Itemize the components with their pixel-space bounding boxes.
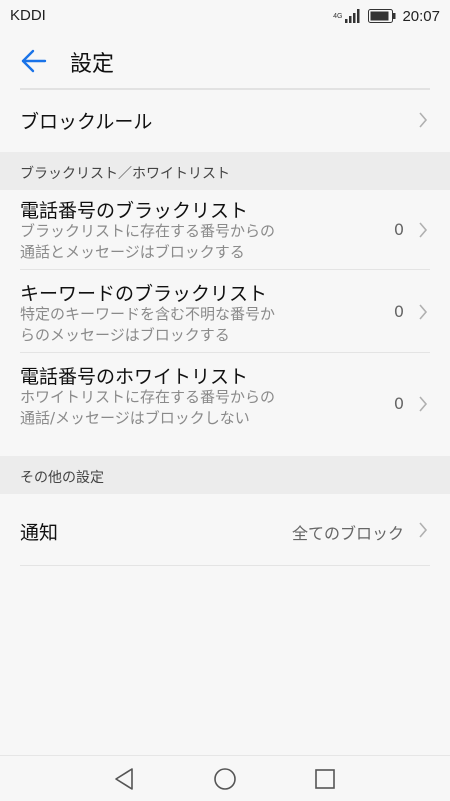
divider [20,352,430,353]
network-type: 4G [333,12,343,20]
home-circle-icon[interactable] [212,766,238,792]
phone-whitelist-title: 電話番号のホワイトリスト [20,366,249,388]
notification-label: 通知 [20,522,59,544]
navigation-bar [0,755,450,801]
app-bar: 設定 [0,32,450,88]
back-triangle-icon[interactable] [112,766,138,792]
keyword-blacklist-item[interactable]: キーワードのブラックリスト 特定のキーワードを含む不明な番号からのメッセージはブ… [0,272,450,352]
clock: 20:07 [402,7,440,25]
keyword-blacklist-subtitle: 特定のキーワードを含む不明な番号からのメッセージはブロックする [20,305,276,344]
divider [20,269,430,270]
phone-whitelist-count: 0 [393,394,404,413]
keyword-blacklist-count: 0 [393,302,404,321]
status-bar: KDDI 4G 20:07 [0,0,450,32]
keyword-blacklist-title: キーワードのブラックリスト [20,283,268,305]
status-icons: 4G 20:07 [333,6,440,26]
page-title: 設定 [70,52,115,77]
phone-blacklist-subtitle: ブラックリストに存在する番号からの通話とメッセージはブロックする [20,222,276,261]
section-header-lists: ブラックリスト／ホワイトリスト [0,152,450,190]
section-title: その他の設定 [20,470,104,486]
chevron-right-icon [419,222,428,238]
notification-value: 全てのブロック [291,524,404,543]
block-rules-label: ブロックルール [20,111,153,133]
notification-item[interactable]: 通知 全てのブロック [0,496,450,564]
block-rules-item[interactable]: ブロックルール [0,92,450,148]
chevron-right-icon [419,112,428,128]
signal-icon [345,9,360,23]
phone-blacklist-title: 電話番号のブラックリスト [20,200,249,222]
phone-whitelist-subtitle: ホワイトリストに存在する番号からの通話/メッセージはブロックしない [20,388,276,427]
section-header-other: その他の設定 [0,456,450,494]
phone-blacklist-item[interactable]: 電話番号のブラックリスト ブラックリストに存在する番号からの通話とメッセージはブ… [0,190,450,270]
back-arrow-icon[interactable] [18,46,48,76]
phone-whitelist-item[interactable]: 電話番号のホワイトリスト ホワイトリストに存在する番号からの通話/メッセージはブ… [0,355,450,453]
battery-icon [368,9,396,23]
chevron-right-icon [419,522,428,538]
recents-square-icon[interactable] [312,766,338,792]
section-title: ブラックリスト／ホワイトリスト [20,166,230,182]
header-divider [20,88,430,90]
divider [20,565,430,566]
carrier-name: KDDI [10,7,46,24]
chevron-right-icon [419,304,428,320]
phone-blacklist-count: 0 [393,220,404,239]
chevron-right-icon [419,396,428,412]
